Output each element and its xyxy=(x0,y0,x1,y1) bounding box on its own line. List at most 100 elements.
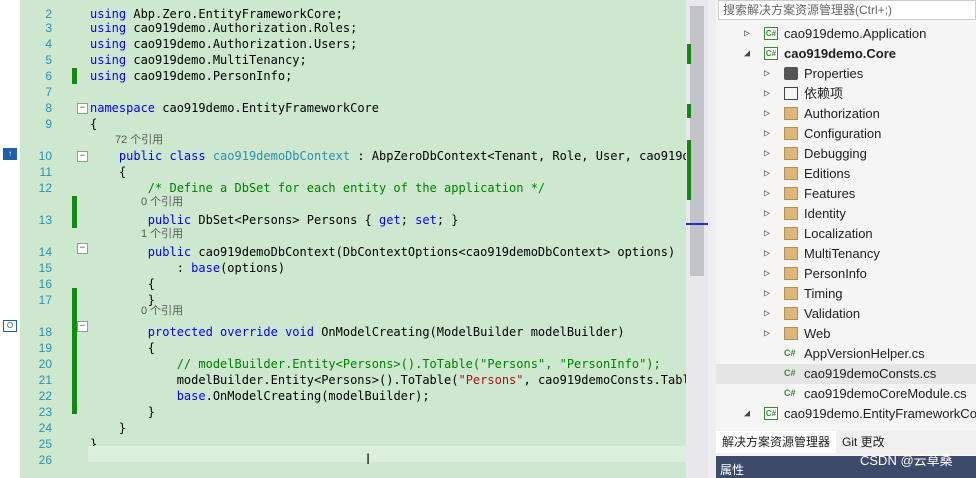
code-line[interactable]: 24 } xyxy=(0,420,686,436)
line-number: 3 xyxy=(45,21,52,35)
tree-item[interactable] xyxy=(716,284,976,304)
code-token: base xyxy=(191,261,221,275)
folder-icon xyxy=(784,327,798,340)
code-token: .OnModelCreating(modelBuilder); xyxy=(205,389,430,403)
folder-icon xyxy=(784,267,798,280)
code-token: DbSet<Persons> Persons { xyxy=(198,213,379,227)
code-token: cao919demo.Authorization.Roles; xyxy=(133,21,358,35)
tree-item-label: Timing xyxy=(804,286,843,301)
collapsed-arrow-icon[interactable]: ▷ xyxy=(764,164,770,184)
tree-item-label: Debugging xyxy=(804,146,867,161)
code-token: : xyxy=(90,261,192,275)
collapsed-arrow-icon[interactable]: ▷ xyxy=(764,244,770,264)
line-number: 16 xyxy=(38,277,52,291)
code-line[interactable]: 15 : base(options) xyxy=(0,260,686,276)
code-line[interactable]: 17 } xyxy=(0,292,686,308)
folder-icon xyxy=(784,187,798,200)
codelens-references[interactable]: 1 个引用 xyxy=(141,227,183,241)
tree-item-label: Features xyxy=(804,186,856,201)
expanded-arrow-icon[interactable]: ◢ xyxy=(744,404,750,424)
collapsed-arrow-icon[interactable]: ▷ xyxy=(764,144,770,164)
collapsed-arrow-icon[interactable]: ▷ xyxy=(764,264,770,284)
code-line[interactable]: 6 using cao919demo.PersonInfo; xyxy=(0,68,686,84)
csharp-file-icon: C# xyxy=(784,388,796,398)
folder-icon xyxy=(784,127,798,140)
tree-item[interactable] xyxy=(716,84,976,104)
tab-git-changes[interactable]: Git 更改 xyxy=(836,431,891,453)
fold-toggle[interactable]: − xyxy=(77,321,88,332)
code-editor[interactable]: 2 using Abp.Zero.EntityFrameworkCore; 3 usi… xyxy=(0,0,686,478)
code-text: public DbSet<Persons> Persons { get; set… xyxy=(90,212,459,228)
code-line[interactable]: 23 } xyxy=(0,404,686,420)
code-text: } xyxy=(90,404,155,420)
code-text: using cao919demo.Authorization.Users; xyxy=(90,36,357,52)
properties-title: 属性 xyxy=(720,463,745,477)
code-line[interactable]: 16 { xyxy=(0,276,686,292)
inheritance-glyph-icon[interactable]: ↑ xyxy=(3,148,17,160)
fold-toggle[interactable]: − xyxy=(77,103,88,114)
scrollbar-thumb[interactable] xyxy=(690,6,704,276)
explorer-search-input[interactable]: 搜索解决方案资源管理器(Ctrl+;) xyxy=(718,0,976,20)
code-line[interactable]: 21 modelBuilder.Entity<Persons>().ToTabl… xyxy=(0,372,686,388)
code-line[interactable]: 18 protected override void OnModelCreati… xyxy=(0,324,686,340)
code-token: (options) xyxy=(220,261,286,275)
line-number: 21 xyxy=(38,373,52,387)
line-number: 9 xyxy=(45,117,52,131)
code-token: get xyxy=(379,213,401,227)
code-text: { xyxy=(90,164,126,180)
code-token: cao919demoDbContext(DbContextOptions<cao… xyxy=(198,245,676,259)
collapsed-arrow-icon[interactable]: ▷ xyxy=(764,184,770,204)
collapsed-arrow-icon[interactable]: ▷ xyxy=(764,84,770,104)
override-glyph-icon[interactable]: O xyxy=(3,320,17,332)
tree-item-label: Web xyxy=(804,326,831,341)
code-token: cao919demo.PersonInfo; xyxy=(133,69,293,83)
code-line[interactable]: 9{ xyxy=(0,116,686,132)
code-token: base xyxy=(176,389,206,403)
code-line[interactable]: 5 using cao919demo.MultiTenancy; xyxy=(0,52,686,68)
line-number: 8 xyxy=(45,101,52,115)
line-number: 25 xyxy=(38,437,52,451)
codelens-references[interactable]: 0 个引用 xyxy=(141,195,183,209)
collapsed-arrow-icon[interactable]: ▷ xyxy=(764,64,770,84)
tree-item-label: Validation xyxy=(804,306,861,321)
code-line[interactable]: 22 base.OnModelCreating(modelBuilder); xyxy=(0,388,686,404)
collapsed-arrow-icon[interactable]: ▷ xyxy=(744,24,750,44)
line-number: 12 xyxy=(38,181,52,195)
collapsed-arrow-icon[interactable]: ▷ xyxy=(764,324,770,344)
collapsed-arrow-icon[interactable]: ▷ xyxy=(764,104,770,124)
collapsed-arrow-icon[interactable]: ▷ xyxy=(764,204,770,224)
code-line[interactable]: 3 using cao919demo.Authorization.Roles; xyxy=(0,20,686,36)
tree-item-label: cao919demo.Core xyxy=(784,46,896,61)
line-number: 24 xyxy=(38,421,52,435)
code-line[interactable]: 4 using cao919demo.Authorization.Users; xyxy=(0,36,686,52)
folder-icon xyxy=(784,147,798,160)
code-line[interactable]: 8 namespace cao919demo.EntityFrameworkCor… xyxy=(0,100,686,116)
tab-solution-explorer[interactable]: 解决方案资源管理器 xyxy=(716,431,837,453)
code-line[interactable]: 14 public cao919demoDbContext(DbContextO… xyxy=(0,244,686,260)
expanded-arrow-icon[interactable]: ◢ xyxy=(744,44,750,64)
fold-toggle[interactable]: − xyxy=(77,151,88,162)
code-line[interactable]: 7 xyxy=(0,84,686,100)
code-text: } xyxy=(90,420,126,436)
splitter[interactable] xyxy=(708,0,716,478)
code-line[interactable]: 20 // modelBuilder.Entity<Persons>().ToT… xyxy=(0,356,686,372)
folder-icon xyxy=(784,167,798,180)
scrollbar-change-mark xyxy=(687,140,691,200)
codelens-references[interactable]: 0 个引用 xyxy=(141,304,183,318)
codelens-references[interactable]: 72 个引用 xyxy=(115,133,163,147)
collapsed-arrow-icon[interactable]: ▷ xyxy=(764,284,770,304)
current-line-highlight xyxy=(88,446,686,462)
code-line[interactable]: 11 { xyxy=(0,164,686,180)
code-token: namespace xyxy=(90,101,163,115)
collapsed-arrow-icon[interactable]: ▷ xyxy=(764,304,770,324)
code-line[interactable]: 10 public class cao919demoDbContext : Ab… xyxy=(0,148,686,164)
fold-toggle[interactable]: − xyxy=(77,243,88,254)
code-line[interactable]: 12 /* Define a DbSet for each entity of … xyxy=(0,180,686,196)
code-token: cao919demo.EntityFrameworkCore xyxy=(162,101,379,115)
collapsed-arrow-icon[interactable]: ▷ xyxy=(764,224,770,244)
code-line[interactable]: 13 public DbSet<Persons> Persons { get; … xyxy=(0,212,686,228)
tree-item[interactable] xyxy=(716,204,976,224)
code-line[interactable]: 19 { xyxy=(0,340,686,356)
collapsed-arrow-icon[interactable]: ▷ xyxy=(764,124,770,144)
tree-item[interactable] xyxy=(716,324,976,344)
